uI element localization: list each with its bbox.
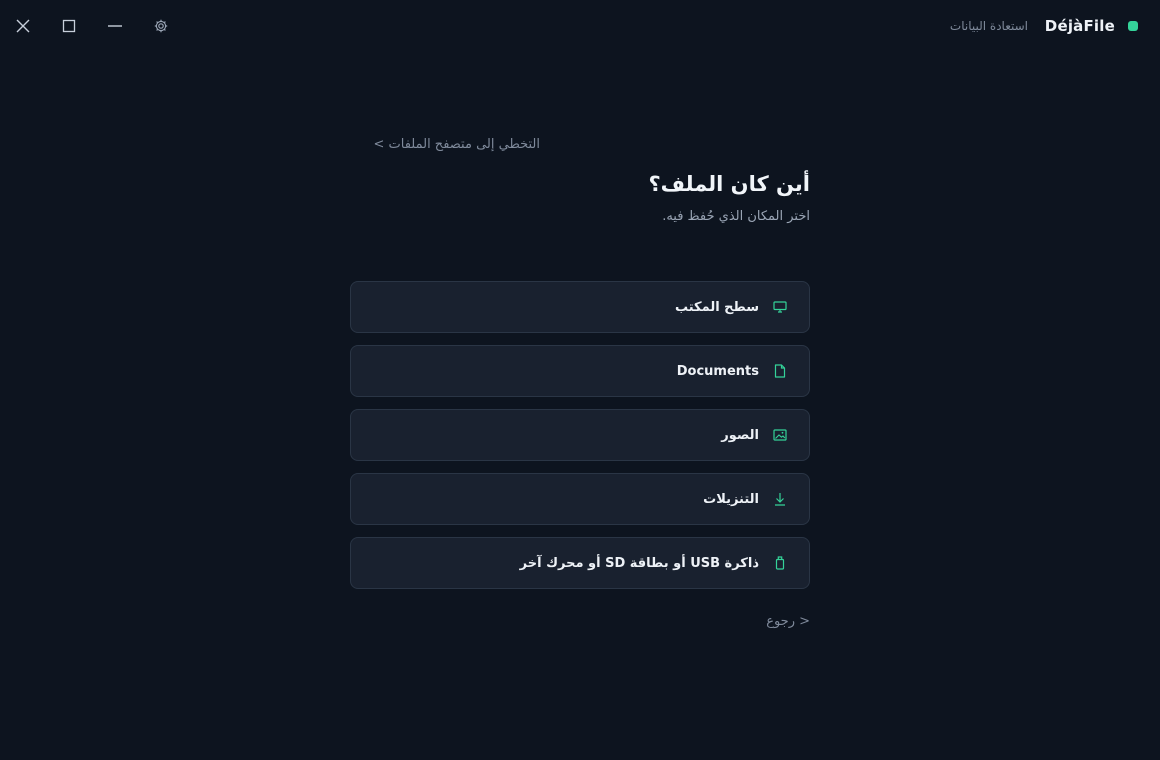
location-downloads[interactable]: التنزيلات <box>350 473 810 525</box>
skip-to-file-browser-link[interactable]: التخطي إلى متصفح الملفات > <box>373 137 540 152</box>
document-icon <box>771 362 789 380</box>
app-brand: DéjàFile <box>1045 17 1138 35</box>
location-external-drive[interactable]: ذاكرة USB أو بطاقة SD أو محرك آخر <box>350 537 810 589</box>
main-content: التخطي إلى متصفح الملفات > أين كان الملف… <box>350 0 810 760</box>
image-icon <box>771 426 789 444</box>
location-pictures[interactable]: الصور <box>350 409 810 461</box>
page-title: أين كان الملف؟ <box>648 172 810 196</box>
maximize-icon[interactable] <box>56 13 82 39</box>
monitor-icon <box>771 298 789 316</box>
app-name: DéjàFile <box>1044 17 1115 35</box>
close-icon[interactable] <box>10 13 36 39</box>
usb-drive-icon <box>771 554 789 572</box>
back-link[interactable]: < رجوع <box>766 614 810 629</box>
location-label: Documents <box>676 363 759 379</box>
app-subtitle: استعادة البيانات <box>949 19 1028 33</box>
location-label: سطح المكتب <box>674 299 759 315</box>
location-label: ذاكرة USB أو بطاقة SD أو محرك آخر <box>519 555 759 571</box>
status-dot-icon <box>1128 21 1138 31</box>
gear-icon[interactable] <box>148 13 174 39</box>
location-documents[interactable]: Documents <box>350 345 810 397</box>
location-list: سطح المكتب Documents الصور التنزيلات ذاك… <box>350 281 810 601</box>
download-icon <box>771 490 789 508</box>
minimize-icon[interactable] <box>102 13 128 39</box>
location-label: الصور <box>721 427 759 443</box>
location-label: التنزيلات <box>703 491 759 507</box>
page-subtitle: اختر المكان الذي حُفظ فيه. <box>662 209 810 224</box>
location-desktop[interactable]: سطح المكتب <box>350 281 810 333</box>
